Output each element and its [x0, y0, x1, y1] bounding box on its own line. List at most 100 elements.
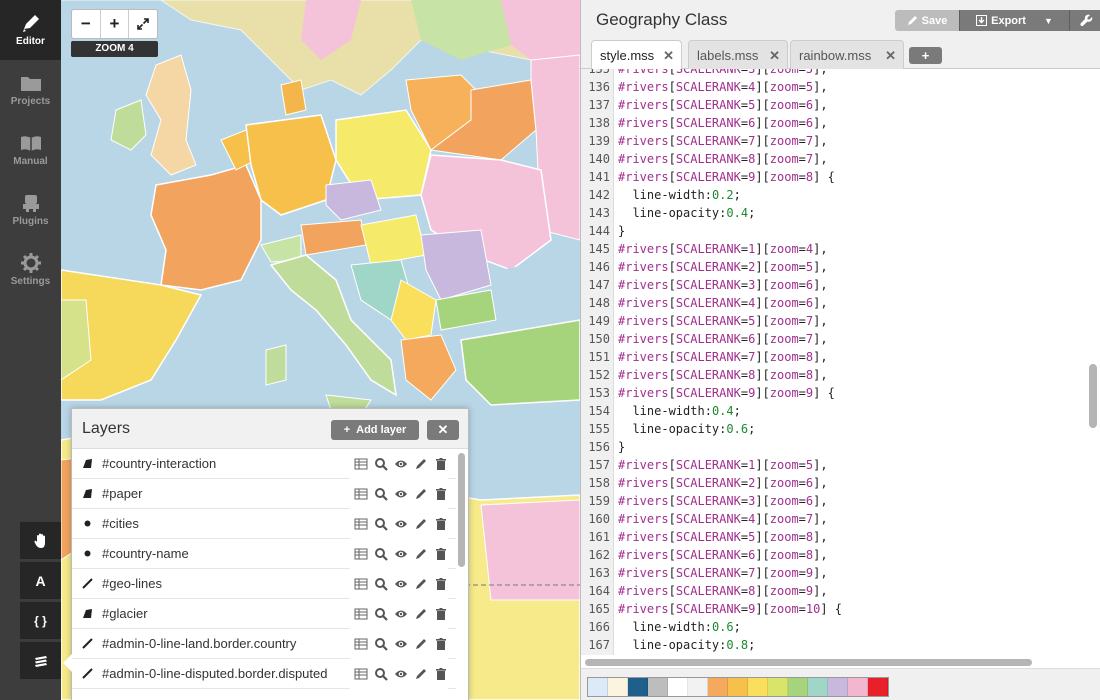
layer-row[interactable]: #country-interaction — [72, 449, 456, 479]
code-line[interactable]: 167 line-opacity:0.8; — [581, 636, 1086, 654]
code-line[interactable]: 140 #rivers[SCALERANK=8][zoom=7], — [581, 150, 1086, 168]
color-swatch[interactable] — [668, 678, 688, 696]
search-icon[interactable] — [374, 547, 388, 561]
layer-row[interactable]: #glacier — [72, 599, 456, 629]
color-swatch[interactable] — [588, 678, 608, 696]
nav-manual[interactable]: Manual — [0, 120, 61, 180]
color-swatch[interactable] — [788, 678, 808, 696]
export-button[interactable]: Export ▼ — [959, 10, 1069, 31]
code-line[interactable]: 136 #rivers[SCALERANK=4][zoom=5], — [581, 78, 1086, 96]
code-line[interactable]: 164 #rivers[SCALERANK=8][zoom=9], — [581, 582, 1086, 600]
close-tab-icon[interactable]: ✕ — [885, 48, 896, 64]
code-line[interactable]: 147 #rivers[SCALERANK=3][zoom=6], — [581, 276, 1086, 294]
layers-tool-button[interactable] — [20, 641, 61, 679]
table-icon[interactable] — [354, 577, 368, 591]
color-swatch[interactable] — [808, 678, 828, 696]
search-icon[interactable] — [374, 607, 388, 621]
code-line[interactable]: 154 line-width:0.4; — [581, 402, 1086, 420]
search-icon[interactable] — [374, 457, 388, 471]
color-swatch[interactable] — [868, 678, 888, 696]
color-swatch[interactable] — [648, 678, 668, 696]
nav-plugins[interactable]: Plugins — [0, 180, 61, 240]
code-line[interactable]: 150 #rivers[SCALERANK=6][zoom=7], — [581, 330, 1086, 348]
code-line[interactable]: 149 #rivers[SCALERANK=5][zoom=7], — [581, 312, 1086, 330]
code-line[interactable]: 157 #rivers[SCALERANK=1][zoom=5], — [581, 456, 1086, 474]
trash-icon[interactable] — [434, 577, 448, 591]
table-icon[interactable] — [354, 607, 368, 621]
code-line[interactable]: 146 #rivers[SCALERANK=2][zoom=5], — [581, 258, 1086, 276]
layer-row[interactable]: #admin-0-line-disputed.border.disputed — [72, 659, 456, 689]
tab-rainbow-mss[interactable]: rainbow.mss ✕ — [790, 40, 904, 69]
editor-vertical-scrollbar[interactable] — [1089, 364, 1097, 428]
pencil-icon[interactable] — [414, 577, 428, 591]
close-tab-icon[interactable]: ✕ — [663, 48, 674, 64]
table-icon[interactable] — [354, 517, 368, 531]
trash-icon[interactable] — [434, 457, 448, 471]
eye-icon[interactable] — [394, 547, 408, 561]
layer-row[interactable]: #geo-lines — [72, 569, 456, 599]
code-line[interactable]: 138 #rivers[SCALERANK=6][zoom=6], — [581, 114, 1086, 132]
eye-icon[interactable] — [394, 487, 408, 501]
nav-settings[interactable]: Settings — [0, 240, 61, 300]
search-icon[interactable] — [374, 487, 388, 501]
table-icon[interactable] — [354, 667, 368, 681]
trash-icon[interactable] — [434, 517, 448, 531]
code-line[interactable]: 148 #rivers[SCALERANK=4][zoom=6], — [581, 294, 1086, 312]
code-line[interactable]: 143 line-opacity:0.4; — [581, 204, 1086, 222]
code-line[interactable]: 135 #rivers[SCALERANK=3][zoom=5], — [581, 69, 1086, 78]
trash-icon[interactable] — [434, 547, 448, 561]
zoom-in-button[interactable]: + — [101, 10, 130, 38]
pencil-icon[interactable] — [414, 607, 428, 621]
eye-icon[interactable] — [394, 517, 408, 531]
trash-icon[interactable] — [434, 667, 448, 681]
color-swatch[interactable] — [748, 678, 768, 696]
save-button[interactable]: Save — [895, 10, 959, 31]
color-swatch[interactable] — [608, 678, 628, 696]
pencil-icon[interactable] — [414, 637, 428, 651]
code-line[interactable]: 152 #rivers[SCALERANK=8][zoom=8], — [581, 366, 1086, 384]
zoom-out-button[interactable]: − — [72, 10, 101, 38]
close-tab-icon[interactable]: ✕ — [769, 48, 780, 64]
fullscreen-button[interactable] — [129, 10, 157, 38]
tools-button[interactable] — [1069, 10, 1100, 31]
color-swatch[interactable] — [708, 678, 728, 696]
layer-row[interactable]: #country-name — [72, 539, 456, 569]
code-line[interactable]: 151 #rivers[SCALERANK=7][zoom=8], — [581, 348, 1086, 366]
trash-icon[interactable] — [434, 637, 448, 651]
add-tab-button[interactable]: + — [909, 47, 942, 64]
eye-icon[interactable] — [394, 637, 408, 651]
eye-icon[interactable] — [394, 607, 408, 621]
code-line[interactable]: 156} — [581, 438, 1086, 456]
table-icon[interactable] — [354, 637, 368, 651]
tab-style-mss[interactable]: style.mss ✕ — [591, 40, 682, 70]
layer-row[interactable]: #cities — [72, 509, 456, 539]
code-line[interactable]: 158 #rivers[SCALERANK=2][zoom=6], — [581, 474, 1086, 492]
eye-icon[interactable] — [394, 667, 408, 681]
pencil-icon[interactable] — [414, 457, 428, 471]
code-line[interactable]: 160 #rivers[SCALERANK=4][zoom=7], — [581, 510, 1086, 528]
editor-horizontal-scrollbar[interactable] — [585, 659, 1032, 666]
search-icon[interactable] — [374, 517, 388, 531]
pencil-icon[interactable] — [414, 517, 428, 531]
code-line[interactable]: 141 #rivers[SCALERANK=9][zoom=8] { — [581, 168, 1086, 186]
pencil-icon[interactable] — [414, 667, 428, 681]
layer-row[interactable]: #admin-0-line-land.border.country — [72, 629, 456, 659]
search-icon[interactable] — [374, 637, 388, 651]
eye-icon[interactable] — [394, 457, 408, 471]
nav-editor[interactable]: Editor — [0, 0, 61, 60]
code-line[interactable]: 165 #rivers[SCALERANK=9][zoom=10] { — [581, 600, 1086, 618]
eye-icon[interactable] — [394, 577, 408, 591]
color-swatch[interactable] — [848, 678, 868, 696]
color-swatch[interactable] — [628, 678, 648, 696]
code-line[interactable]: 166 line-width:0.6; — [581, 618, 1086, 636]
pencil-icon[interactable] — [414, 487, 428, 501]
code-line[interactable]: 153 #rivers[SCALERANK=9][zoom=9] { — [581, 384, 1086, 402]
close-layers-button[interactable]: ✕ — [427, 420, 459, 440]
code-line[interactable]: 137 #rivers[SCALERANK=5][zoom=6], — [581, 96, 1086, 114]
tab-labels-mss[interactable]: labels.mss ✕ — [688, 40, 788, 69]
font-tool-button[interactable]: A — [20, 561, 61, 599]
search-icon[interactable] — [374, 667, 388, 681]
hand-tool-button[interactable] — [20, 521, 61, 559]
code-line[interactable]: 161 #rivers[SCALERANK=5][zoom=8], — [581, 528, 1086, 546]
code-line[interactable]: 139 #rivers[SCALERANK=7][zoom=7], — [581, 132, 1086, 150]
